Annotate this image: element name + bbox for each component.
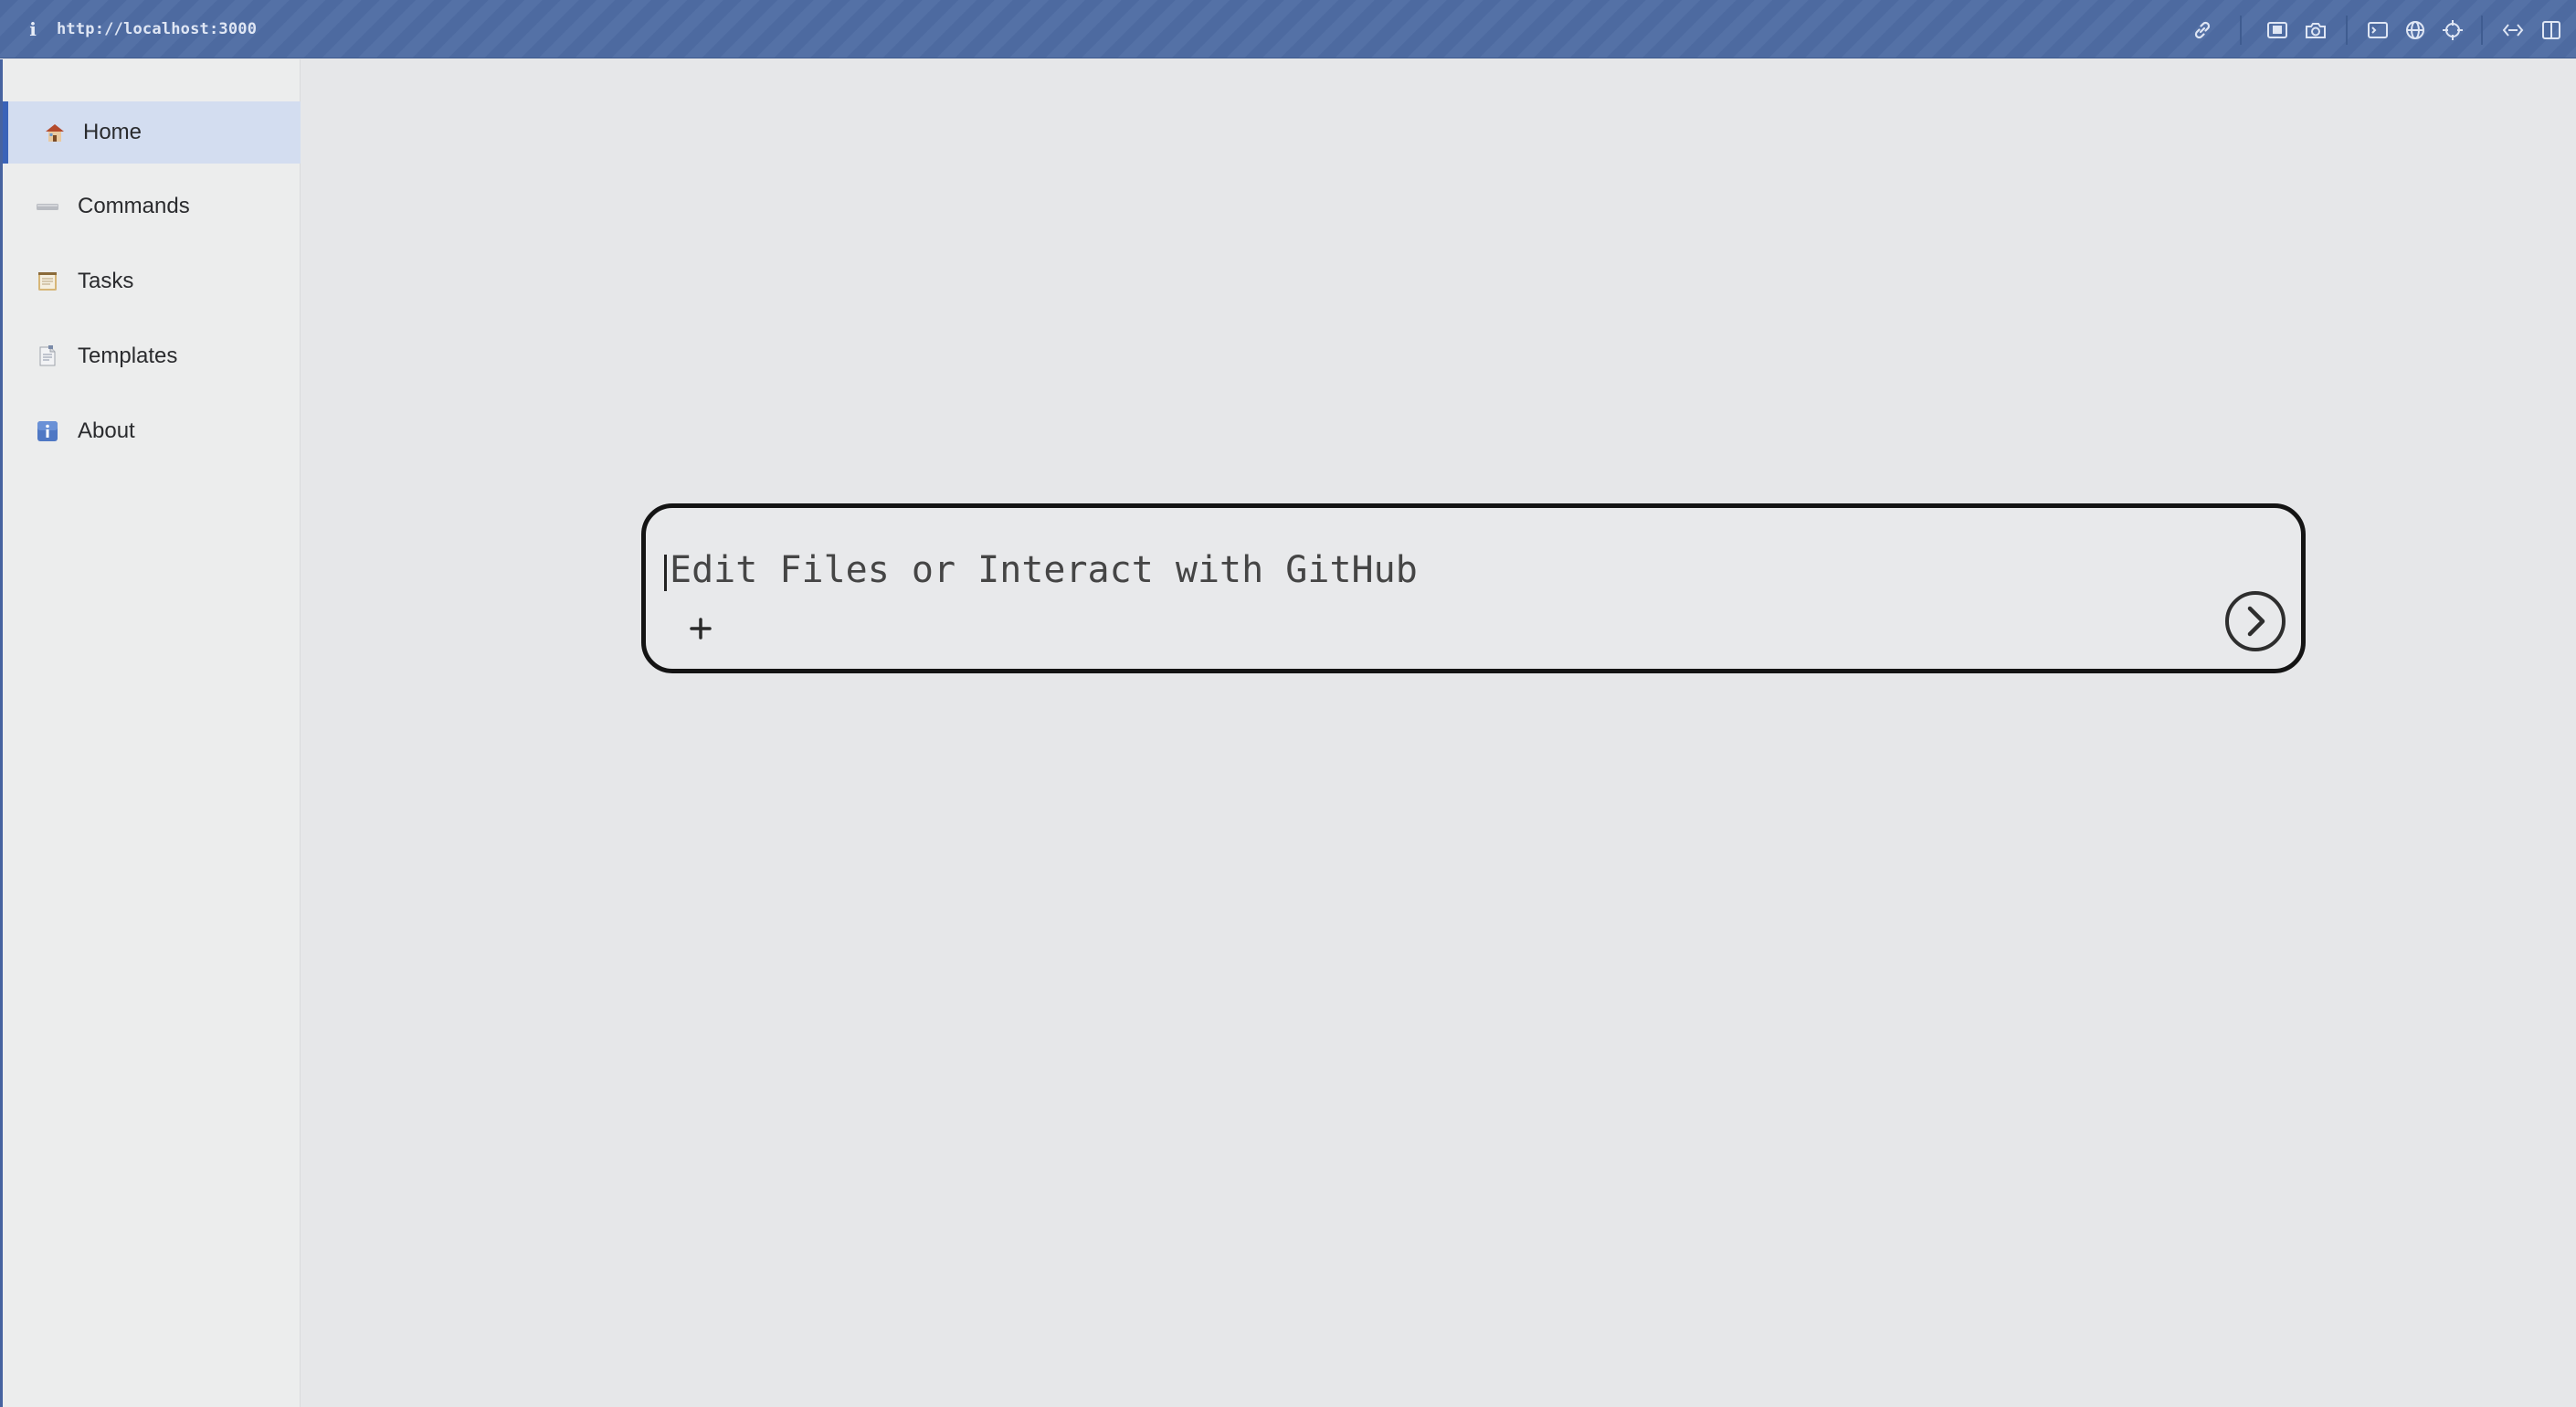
responsive-icon[interactable] (2501, 18, 2525, 42)
address-bar-url[interactable]: http://localhost:3000 (57, 18, 257, 40)
submit-button[interactable] (2222, 588, 2288, 654)
sidebar-item-label: Commands (78, 194, 190, 218)
prompt-box (641, 503, 2306, 673)
sidebar: Home Commands Tasks Templates About (0, 59, 301, 1407)
sidebar-item-label: About (78, 418, 135, 443)
camera-icon[interactable] (2304, 18, 2328, 42)
crosshair-icon[interactable] (2441, 18, 2465, 42)
sidebar-item-label: Tasks (78, 269, 134, 293)
prompt-input[interactable] (662, 548, 1941, 592)
plus-icon (690, 618, 712, 640)
sidebar-item-about[interactable]: About (3, 400, 301, 462)
split-view-icon[interactable] (2539, 18, 2563, 42)
add-attachment-button[interactable] (686, 614, 715, 643)
globe-icon[interactable] (2403, 18, 2427, 42)
browser-toolbar: i http://localhost:3000 (0, 0, 2576, 58)
keyboard-icon (36, 196, 59, 217)
arrow-right-circle-icon (2225, 591, 2286, 651)
sidebar-item-home[interactable]: Home (3, 101, 301, 164)
sidebar-item-label: Templates (78, 344, 178, 368)
info-icon (36, 420, 59, 442)
notepad-icon (36, 270, 59, 292)
toolbar-separator (2346, 16, 2348, 45)
info-icon[interactable]: i (24, 17, 42, 41)
toolbar-separator (2481, 16, 2483, 45)
link-icon[interactable] (2191, 18, 2214, 42)
sidebar-item-label: Home (83, 120, 143, 144)
sidebar-item-tasks[interactable]: Tasks (3, 250, 301, 312)
screenshot-region-icon[interactable] (2265, 18, 2289, 42)
document-icon (36, 345, 59, 367)
sidebar-item-templates[interactable]: Templates (3, 325, 301, 387)
sidebar-item-commands[interactable]: Commands (3, 175, 301, 238)
terminal-icon[interactable] (2366, 18, 2390, 42)
toolbar-separator (2240, 16, 2242, 45)
house-icon (43, 122, 67, 143)
